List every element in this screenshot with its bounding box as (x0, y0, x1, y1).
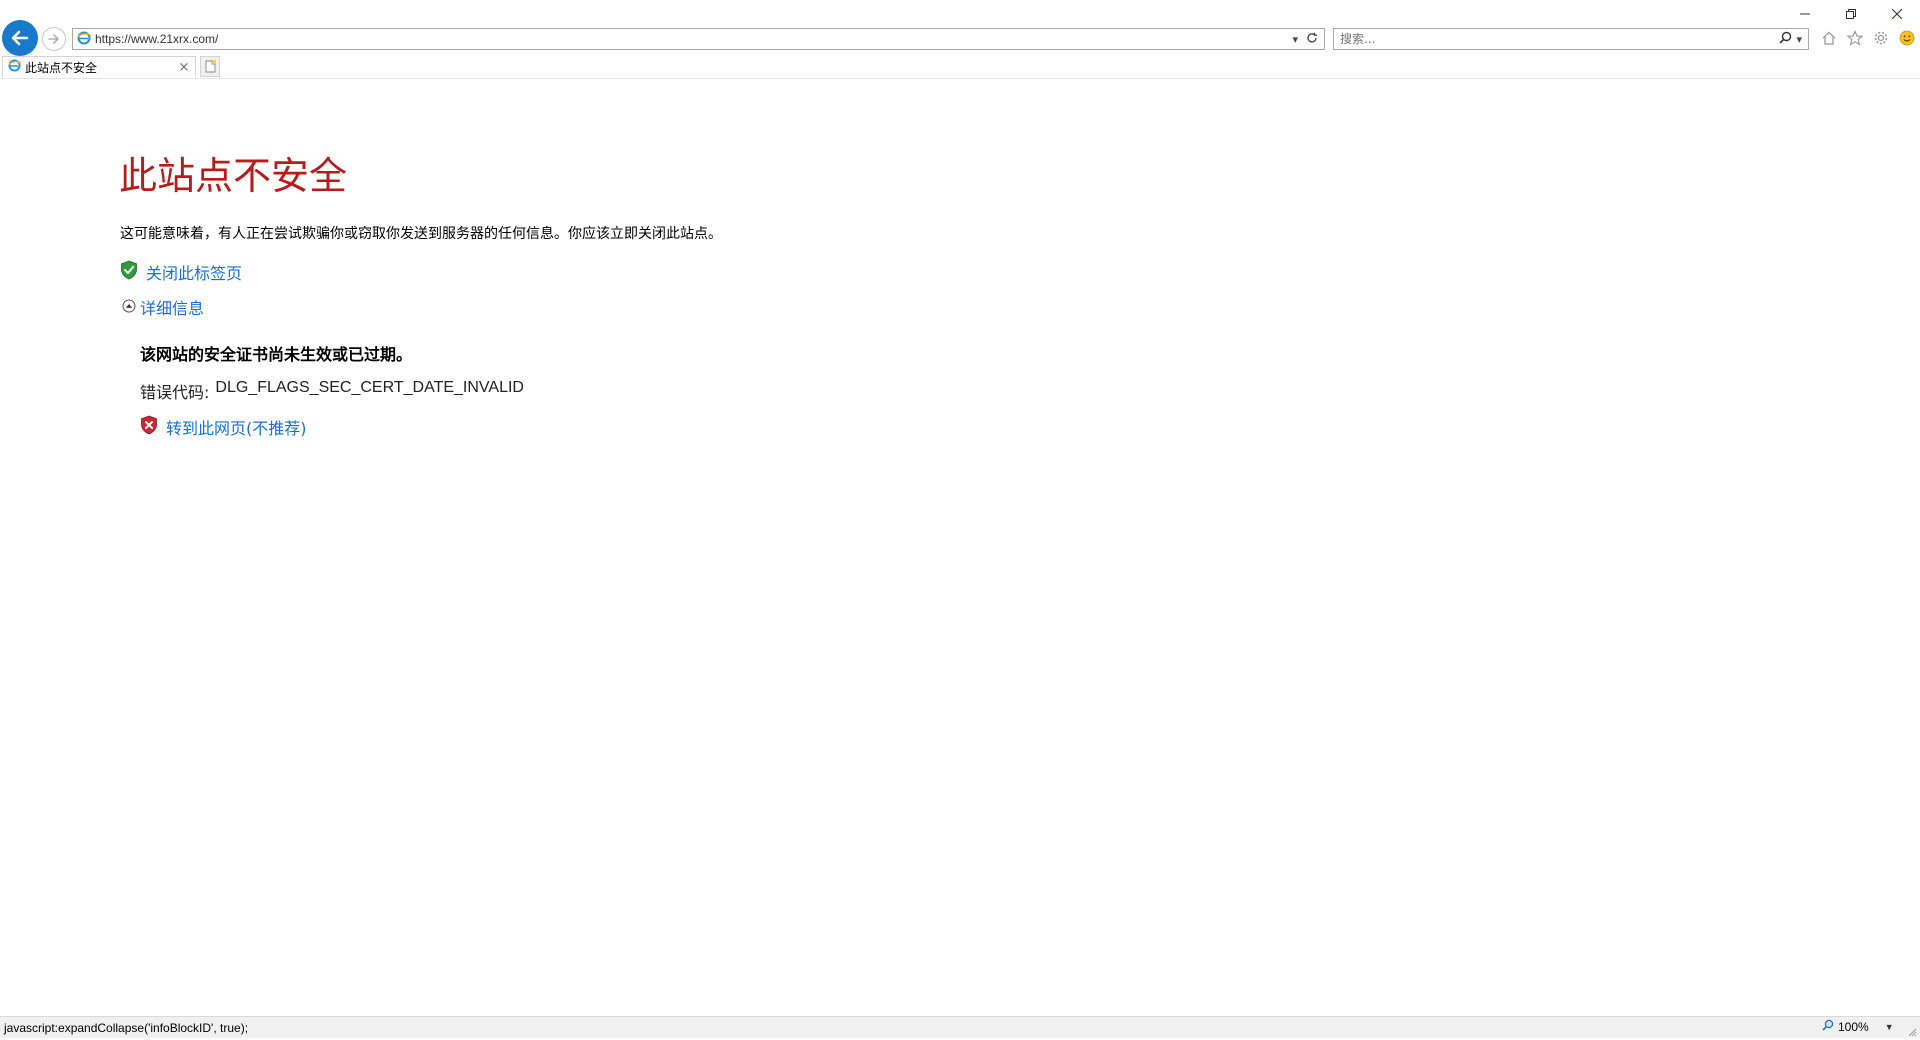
status-bar: javascript:expandCollapse('infoBlockID',… (0, 1016, 1920, 1038)
green-shield-icon (120, 260, 138, 284)
search-dropdown-icon[interactable]: ▾ (1796, 33, 1802, 46)
search-input[interactable] (1334, 30, 1780, 48)
toolbar-icons (1820, 29, 1916, 47)
goto-page-option[interactable]: 转到此网页(不推荐) (140, 415, 307, 439)
address-input[interactable] (91, 30, 1293, 48)
search-icon[interactable] (1779, 31, 1792, 47)
close-icon (1892, 9, 1902, 19)
tab-title: 此站点不安全 (25, 60, 98, 75)
favorites-star-icon[interactable] (1846, 29, 1864, 47)
goto-page-link[interactable]: 转到此网页(不推荐) (166, 415, 307, 439)
zoom-magnifier-icon (1822, 1019, 1834, 1034)
forward-button[interactable] (42, 27, 66, 51)
browser-tab[interactable]: 此站点不安全 × (2, 56, 196, 77)
zoom-dropdown-icon[interactable]: ▼ (1885, 1022, 1894, 1032)
status-text: javascript:expandCollapse('infoBlockID',… (4, 1020, 249, 1035)
page-title: 此站点不安全 (119, 154, 348, 198)
feedback-smiley-icon[interactable] (1898, 29, 1916, 47)
refresh-icon[interactable] (1306, 32, 1318, 47)
zoom-control[interactable]: 100% ▼ (1822, 1019, 1894, 1034)
restore-icon (1846, 9, 1856, 19)
close-tab-link[interactable]: 关闭此标签页 (146, 260, 242, 284)
address-bar[interactable]: ▾ (72, 28, 1325, 50)
tab-close-button[interactable]: × (176, 60, 192, 75)
error-code-line: 错误代码: DLG_FLAGS_SEC_CERT_DATE_INVALID (140, 379, 524, 403)
minimize-icon (1800, 13, 1810, 15)
details-toggle[interactable]: 详细信息 (122, 295, 204, 319)
collapse-chevron-up-icon (122, 298, 136, 317)
close-window-button[interactable] (1874, 0, 1920, 28)
settings-gear-icon[interactable] (1872, 29, 1890, 47)
back-button[interactable] (2, 20, 38, 56)
new-tab-icon (205, 60, 216, 73)
arrow-right-icon (48, 34, 59, 44)
close-tab-option[interactable]: 关闭此标签页 (120, 260, 242, 284)
ie-favicon-icon (77, 30, 92, 49)
search-bar[interactable]: ▾ (1333, 28, 1809, 50)
address-dropdown-icon[interactable]: ▾ (1292, 33, 1298, 46)
page-content: 此站点不安全 这可能意味着，有人正在尝试欺骗你或窃取你发送到服务器的任何信息。你… (0, 79, 1920, 1016)
certificate-message: 该网站的安全证书尚未生效或已过期。 (140, 345, 413, 364)
ie-favicon-icon (8, 59, 22, 75)
error-code-label: 错误代码: (140, 383, 210, 402)
window-controls (1782, 0, 1920, 28)
browser-chrome: ▾ ▾ (0, 0, 1920, 79)
minimize-button[interactable] (1782, 0, 1828, 28)
home-icon[interactable] (1820, 29, 1838, 47)
details-link[interactable]: 详细信息 (140, 295, 204, 319)
zoom-level: 100% (1838, 1019, 1869, 1034)
new-tab-button[interactable] (200, 56, 220, 77)
resize-grip-icon[interactable] (1907, 1026, 1917, 1037)
restore-button[interactable] (1828, 0, 1874, 28)
red-shield-icon (140, 415, 158, 439)
arrow-left-icon (11, 30, 29, 46)
error-code-value: DLG_FLAGS_SEC_CERT_DATE_INVALID (215, 379, 524, 396)
warning-description: 这可能意味着，有人正在尝试欺骗你或窃取你发送到服务器的任何信息。你应该立即关闭此… (120, 226, 722, 242)
